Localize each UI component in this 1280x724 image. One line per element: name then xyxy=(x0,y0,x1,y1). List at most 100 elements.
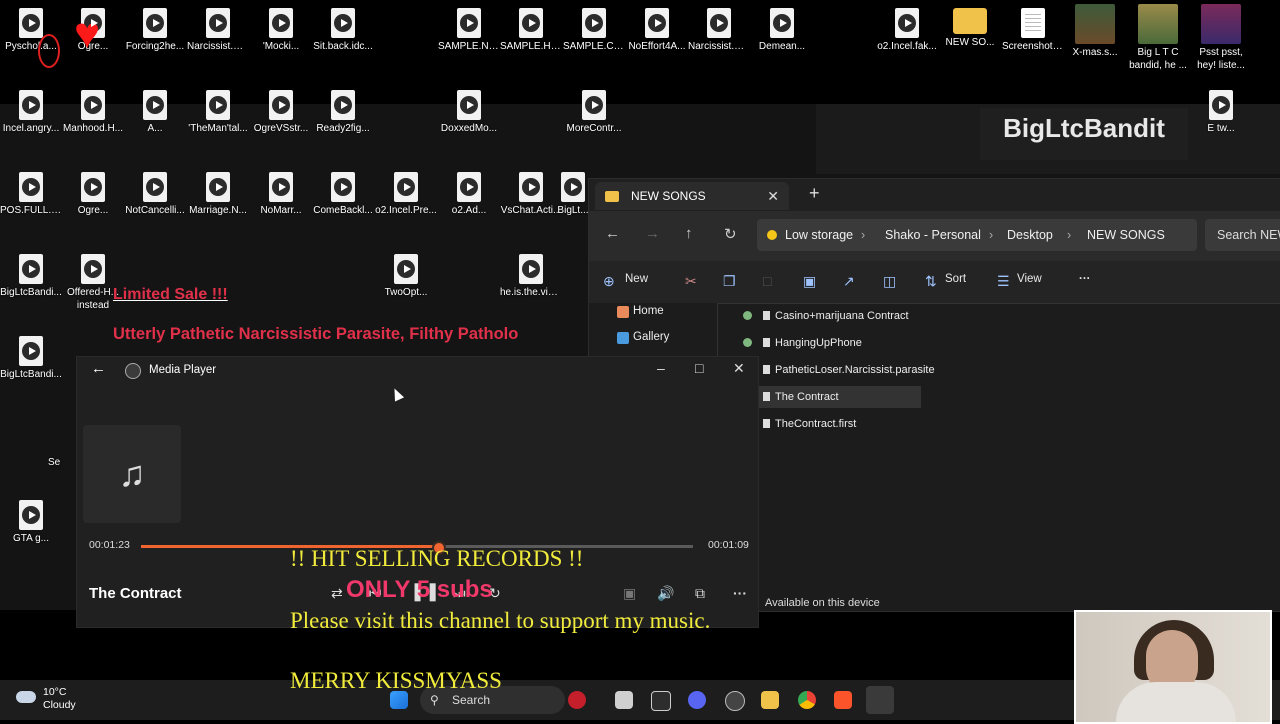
weather-widget[interactable]: 10°C Cloudy xyxy=(16,686,76,712)
desktop-icon[interactable]: he.is.the.vict... xyxy=(500,254,562,299)
desktop-icon[interactable]: DoxxedMo... xyxy=(438,90,500,135)
back-arrow-icon[interactable]: ← xyxy=(605,225,620,242)
app-icon[interactable] xyxy=(651,691,671,711)
desktop-icon[interactable]: o2.Ad... xyxy=(438,172,500,217)
desktop-icon[interactable]: NoMarr... xyxy=(250,172,312,217)
desktop-folder[interactable]: NEW SO... xyxy=(939,8,1001,49)
elapsed-time: 00:01:23 xyxy=(89,539,130,551)
paste-icon[interactable]: □ xyxy=(763,273,771,289)
breadcrumb-item[interactable]: Shako - Personal xyxy=(885,219,981,251)
file-name: HangingUpPhone xyxy=(775,337,862,349)
desktop-icon[interactable]: BigLtcBandi... xyxy=(0,254,62,299)
desktop-icon[interactable]: Big L T C bandid, he ... xyxy=(1127,4,1189,72)
media-player-taskbar-icon[interactable] xyxy=(866,686,894,714)
desktop-icon[interactable]: NotCancelli... xyxy=(124,172,186,217)
file-name: Casino+marijuana Contract xyxy=(775,310,909,322)
desktop-icon[interactable]: Ogre... xyxy=(62,172,124,217)
desktop-icon[interactable]: Sit.back.idc... xyxy=(312,8,374,53)
brave-icon[interactable] xyxy=(834,691,852,709)
miniplayer-icon[interactable]: ▣ xyxy=(623,585,636,602)
file-row[interactable]: HangingUpPhone xyxy=(739,332,921,354)
cloud-icon xyxy=(16,691,36,703)
desktop-icon[interactable]: Marriage.N... xyxy=(187,172,249,217)
shuffle-icon[interactable]: ⇄ xyxy=(331,585,343,602)
file-explorer-icon[interactable] xyxy=(761,691,779,709)
desktop-icon[interactable]: 'TheMan'tal... xyxy=(187,90,249,135)
breadcrumb-item[interactable]: Desktop xyxy=(1007,219,1053,251)
file-row[interactable]: Casino+marijuana Contract xyxy=(739,305,921,327)
cast-icon[interactable]: ⧉ xyxy=(695,585,705,602)
desktop-icon[interactable]: VsChat.Acti... xyxy=(500,172,562,217)
maximize-button[interactable]: □ xyxy=(695,360,703,376)
sidebar-item-home[interactable]: Home xyxy=(633,305,664,317)
discord-icon[interactable] xyxy=(688,691,706,709)
desktop-icon[interactable]: o2.Incel.fak... xyxy=(876,8,938,53)
rename-icon[interactable]: ▣ xyxy=(803,273,816,290)
cut-icon[interactable]: ✂ xyxy=(685,273,697,290)
more-options-button[interactable]: ··· xyxy=(1079,273,1091,285)
desktop-icon[interactable]: Narcissist.G... xyxy=(187,8,249,53)
volume-icon[interactable]: 🔊 xyxy=(657,585,674,602)
desktop-icon[interactable]: Narcissist.Fi... xyxy=(688,8,750,53)
breadcrumb-item[interactable]: NEW SONGS xyxy=(1087,219,1165,251)
desktop-icon[interactable]: BigLt... xyxy=(556,172,590,217)
desktop-icon[interactable]: Psst psst, hey! liste... xyxy=(1190,4,1252,72)
new-button[interactable]: New xyxy=(625,273,648,285)
desktop-icon[interactable]: X-mas.s... xyxy=(1064,4,1126,59)
copy-icon[interactable]: ❐ xyxy=(723,273,736,290)
desktop-icon[interactable]: SAMPLE.Na... xyxy=(438,8,500,53)
desktop-icon[interactable]: GTA g... xyxy=(0,500,62,545)
album-art: ♫ xyxy=(83,425,181,523)
desktop-icon[interactable]: E tw... xyxy=(1190,90,1252,135)
desktop-icon[interactable]: TwoOpt... xyxy=(375,254,437,299)
explorer-search-input[interactable]: Search NEW xyxy=(1205,219,1280,251)
sort-button[interactable]: Sort xyxy=(945,273,966,285)
file-row-selected[interactable]: The Contract xyxy=(739,386,921,408)
desktop-icon[interactable]: Manhood.H... xyxy=(62,90,124,135)
breadcrumb[interactable]: Low storage › Shako - Personal › Desktop… xyxy=(757,219,1197,251)
view-button[interactable]: View xyxy=(1017,273,1042,285)
desktop-icon[interactable]: ComeBackl... xyxy=(312,172,374,217)
file-row[interactable]: TheContract.first xyxy=(739,413,921,435)
video-file-icon xyxy=(457,8,481,38)
desktop-icon[interactable]: o2.Incel.Pre... xyxy=(375,172,437,217)
gallery-icon xyxy=(617,332,629,344)
webcam-person-body xyxy=(1116,682,1236,722)
file-row[interactable]: PatheticLoser.Narcissist.parasite xyxy=(739,359,935,381)
close-button[interactable]: ✕ xyxy=(733,360,745,377)
app-icon[interactable] xyxy=(725,691,745,711)
new-tab-button[interactable]: + xyxy=(809,183,820,204)
chrome-icon[interactable] xyxy=(798,691,816,709)
desktop-icon[interactable]: BigLtcBandi... xyxy=(0,336,62,381)
sidebar-item-gallery[interactable]: Gallery xyxy=(633,331,669,343)
desktop-icon[interactable]: Se xyxy=(48,456,78,469)
desktop-icon[interactable]: POS.FULL.N... xyxy=(0,172,62,217)
desktop-icon[interactable]: Demean... xyxy=(751,8,813,53)
desktop-icon[interactable]: Screenshot_... xyxy=(1002,8,1064,53)
refresh-icon[interactable]: ↻ xyxy=(724,225,737,243)
delete-icon[interactable]: ◫ xyxy=(883,273,896,290)
desktop-icon[interactable]: SAMPLE.Hid... xyxy=(500,8,562,53)
desktop-icon[interactable]: MoreContr... xyxy=(563,90,625,135)
video-file-icon xyxy=(519,172,543,202)
minimize-button[interactable]: – xyxy=(657,360,665,376)
up-arrow-icon[interactable]: ↑ xyxy=(685,225,693,242)
desktop-icon[interactable]: NoEffort4A... xyxy=(626,8,688,53)
breadcrumb-item[interactable]: Low storage xyxy=(785,219,853,251)
desktop-icon[interactable]: Ready2fig... xyxy=(312,90,374,135)
back-arrow-icon[interactable]: ← xyxy=(91,360,106,377)
weather-condition: Cloudy xyxy=(43,699,76,711)
forward-arrow-icon[interactable]: → xyxy=(645,225,660,242)
desktop-icon[interactable]: Incel.angry... xyxy=(0,90,62,135)
task-view-icon[interactable] xyxy=(615,691,633,709)
desktop-icon[interactable]: 'Mocki... xyxy=(250,8,312,53)
share-icon[interactable]: ↗ xyxy=(843,273,855,290)
subs-text: ONLY 5 subs xyxy=(346,576,493,603)
desktop-icon[interactable]: SAMPLE.Ca... xyxy=(563,8,625,53)
desktop-icon[interactable]: OgreVSstr... xyxy=(250,90,312,135)
desktop-icon[interactable]: A... xyxy=(124,90,186,135)
more-options-icon[interactable]: ··· xyxy=(733,585,747,601)
explorer-tab[interactable]: NEW SONGS ✕ xyxy=(595,182,789,210)
desktop-icon[interactable]: Forcing2he... xyxy=(124,8,186,53)
close-tab-icon[interactable]: ✕ xyxy=(767,182,779,210)
